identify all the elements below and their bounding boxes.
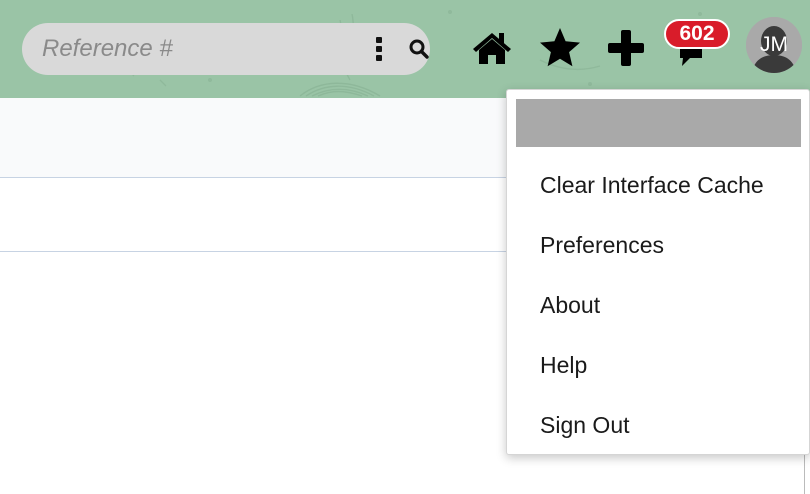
plus-icon[interactable]	[606, 28, 646, 68]
search-icon[interactable]	[408, 38, 430, 60]
menu-item-help[interactable]: Help	[507, 337, 807, 393]
menu-item-clear-interface-cache[interactable]: Clear Interface Cache	[507, 157, 807, 213]
home-icon[interactable]	[472, 30, 512, 66]
menu-item-about[interactable]: About	[507, 277, 807, 333]
menu-item-preferences[interactable]: Preferences	[507, 217, 807, 273]
notification-count-badge[interactable]: 602	[664, 19, 730, 49]
menu-item-sign-out[interactable]: Sign Out	[507, 397, 807, 453]
user-menu-header	[516, 99, 801, 147]
user-menu-dropdown: Clear Interface Cache Preferences About …	[506, 89, 810, 455]
reference-search-input[interactable]	[22, 23, 342, 75]
kebab-vertical-icon[interactable]	[372, 36, 386, 62]
star-icon[interactable]	[538, 26, 582, 68]
reference-search	[22, 23, 430, 75]
user-initials: JM	[760, 33, 788, 56]
top-header: 602 JM	[0, 0, 810, 98]
user-avatar[interactable]: JM	[746, 17, 802, 73]
scroll-edge	[804, 452, 805, 494]
